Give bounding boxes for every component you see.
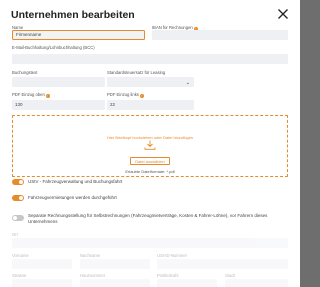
info-icon: !	[139, 93, 144, 98]
allowed-formats: Erlaubte Dateiformate: *.pdf	[125, 169, 175, 174]
rental-toggle[interactable]	[12, 195, 24, 201]
close-icon[interactable]	[277, 8, 289, 20]
faded-label: USt-ID-Nummer	[157, 253, 188, 258]
fleet-toggle-label: UStV - Fahrzeugverwaltung und Buchungsfa…	[28, 179, 123, 184]
edit-company-dialog: Unternehmen bearbeiten Name Firmenname I…	[0, 0, 300, 287]
leasing-label: Standardsteuersatz für Leasing	[107, 70, 166, 75]
faded-label: Postleitzahl	[157, 273, 179, 278]
pdf-top-input[interactable]: 130	[12, 100, 105, 110]
street-input	[12, 279, 72, 287]
last-name-input	[80, 259, 150, 269]
separate-invoicing-label: Separate Rechnungsstellung für Selbstrec…	[28, 213, 268, 224]
email-label: E-Mail-Buchhaltung/Lohnbuchhaltung (BCC)	[12, 45, 95, 50]
postal-code-input	[157, 279, 217, 287]
chevron-down-icon: ⌄	[185, 80, 190, 86]
dialog-title: Unternehmen bearbeiten	[11, 9, 135, 21]
faded-label: Stadt	[225, 273, 235, 278]
faded-label: Strasse	[12, 273, 27, 278]
faded-label: Ort	[12, 232, 18, 237]
fleet-toggle[interactable]	[12, 179, 24, 185]
upload-icon	[144, 140, 156, 150]
house-number-input	[80, 279, 150, 287]
vat-id-input	[157, 259, 288, 269]
email-input[interactable]	[12, 54, 288, 64]
bookkeeping-label: Buchungstext	[12, 70, 38, 75]
city-name-input	[225, 279, 288, 287]
leasing-select[interactable]: ⌄	[107, 77, 194, 87]
faded-label: Nachname	[80, 253, 101, 258]
choose-file-button[interactable]: Datei auswählen	[130, 157, 170, 165]
pdf-left-label: PDF Einzug links!	[107, 92, 144, 98]
iban-input[interactable]	[152, 30, 288, 40]
name-input[interactable]: Firmenname	[12, 30, 145, 40]
city-input	[12, 238, 288, 248]
separate-invoicing-toggle[interactable]	[12, 215, 24, 221]
pdf-left-input[interactable]: 22	[107, 100, 194, 110]
letterhead-dropzone[interactable]: Hier Briefkopf hochziehen oder Datei hin…	[12, 115, 288, 177]
faded-label: Hausnummer	[80, 273, 106, 278]
rental-toggle-label: Fahrzeugvermietungen werden durchgeführt	[28, 195, 117, 200]
bookkeeping-input[interactable]	[12, 77, 105, 87]
info-icon: !	[45, 93, 50, 98]
pdf-top-label: PDF Einzug oben!	[12, 92, 50, 98]
faded-label: Vorname	[12, 253, 29, 258]
first-name-input	[12, 259, 72, 269]
